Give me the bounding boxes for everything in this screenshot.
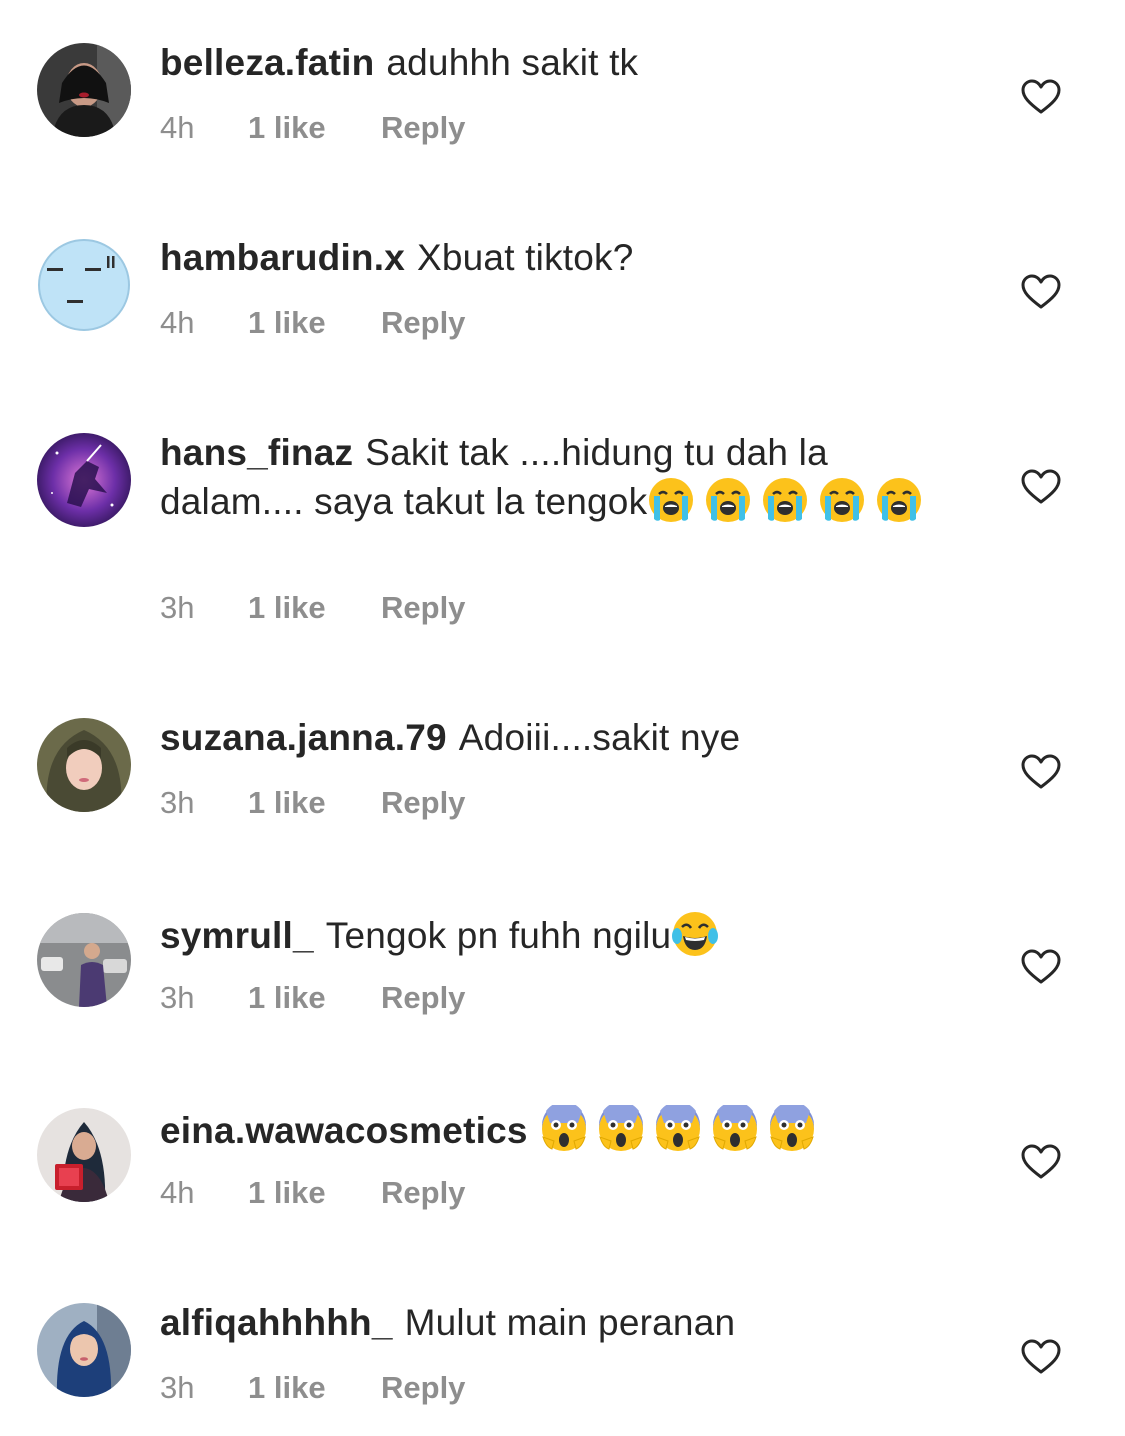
heart-icon[interactable] [1021,79,1061,115]
comment-body: Tengok pn fuhh ngilu [325,915,672,956]
loudly-crying-face-icon [704,476,752,524]
comment-timestamp: 3h [160,1370,195,1405]
comment-body: Adoiii....sakit nye [458,717,741,758]
comment-timestamp: 4h [160,305,195,340]
comment-like-count[interactable]: 1 like [248,1173,381,1213]
face-screaming-in-fear-icon [654,1105,702,1153]
comment-meta: 3h 1 like Reply [160,1368,465,1408]
comment-text: belleza.fatin aduhhh sakit tk [160,40,950,86]
face-screaming-in-fear-icon [597,1105,645,1153]
avatar[interactable] [37,238,131,332]
comment-text: hans_finaz Sakit tak ....hidung tu dah la… [160,430,950,525]
face-screaming-in-fear-icon [768,1105,816,1153]
comment-username[interactable]: suzana.janna.79 [160,717,447,758]
reply-button[interactable]: Reply [381,588,465,628]
comment-timestamp: 3h [160,590,195,625]
comment-meta: 3h 1 like Reply [160,978,465,1018]
comment-meta: 3h 1 like Reply [160,588,465,628]
avatar[interactable] [37,913,131,1007]
comment-timestamp: 3h [160,980,195,1015]
comment-text: symrull_ Tengok pn fuhh ngilu [160,910,950,959]
loudly-crying-face-icon [818,476,866,524]
comment-timestamp: 4h [160,1175,195,1210]
comment-meta: 4h 1 like Reply [160,108,465,148]
comment-username[interactable]: symrull_ [160,915,314,956]
comment-text: suzana.janna.79 Adoiii....sakit nye [160,715,950,761]
reply-button[interactable]: Reply [381,1368,465,1408]
face-screaming-in-fear-icon [540,1105,588,1153]
avatar[interactable] [37,433,131,527]
loudly-crying-face-icon [875,476,923,524]
comment-body: aduhhh sakit tk [386,42,639,83]
reply-button[interactable]: Reply [381,303,465,343]
heart-icon[interactable] [1021,1339,1061,1375]
comment-username[interactable]: hambarudin.x [160,237,405,278]
heart-icon[interactable] [1021,1144,1061,1180]
comment-timestamp: 3h [160,785,195,820]
comment-like-count[interactable]: 1 like [248,303,381,343]
reply-button[interactable]: Reply [381,978,465,1018]
comment-username[interactable]: alfiqahhhhh_ [160,1302,393,1343]
comment-like-count[interactable]: 1 like [248,108,381,148]
reply-button[interactable]: Reply [381,783,465,823]
avatar[interactable] [37,1303,131,1397]
avatar[interactable] [37,718,131,812]
avatar[interactable] [37,1108,131,1202]
face-screaming-in-fear-icon [711,1105,759,1153]
loudly-crying-face-icon [761,476,809,524]
comment-like-count[interactable]: 1 like [248,1368,381,1408]
reply-button[interactable]: Reply [381,108,465,148]
loudly-crying-face-icon [647,476,695,524]
comment-meta: 3h 1 like Reply [160,783,465,823]
comment-like-count[interactable]: 1 like [248,588,381,628]
heart-icon[interactable] [1021,949,1061,985]
heart-icon[interactable] [1021,469,1061,505]
comment-meta: 4h 1 like Reply [160,1173,465,1213]
comment-like-count[interactable]: 1 like [248,978,381,1018]
reply-button[interactable]: Reply [381,1173,465,1213]
comment-text: hambarudin.x Xbuat tiktok? [160,235,950,281]
comment-text: eina.wawacosmetics [160,1105,950,1154]
comment-body: Xbuat tiktok? [417,237,634,278]
heart-icon[interactable] [1021,754,1061,790]
comment-username[interactable]: hans_finaz [160,432,353,473]
heart-icon[interactable] [1021,274,1061,310]
comment-like-count[interactable]: 1 like [248,783,381,823]
avatar[interactable] [37,43,131,137]
comment-text: alfiqahhhhh_ Mulut main peranan [160,1300,950,1346]
comment-username[interactable]: eina.wawacosmetics [160,1110,528,1151]
comment-body: Mulut main peranan [404,1302,736,1343]
comment-username[interactable]: belleza.fatin [160,42,374,83]
comment-timestamp: 4h [160,110,195,145]
comment-meta: 4h 1 like Reply [160,303,465,343]
face-with-tears-of-joy-icon [671,910,719,958]
